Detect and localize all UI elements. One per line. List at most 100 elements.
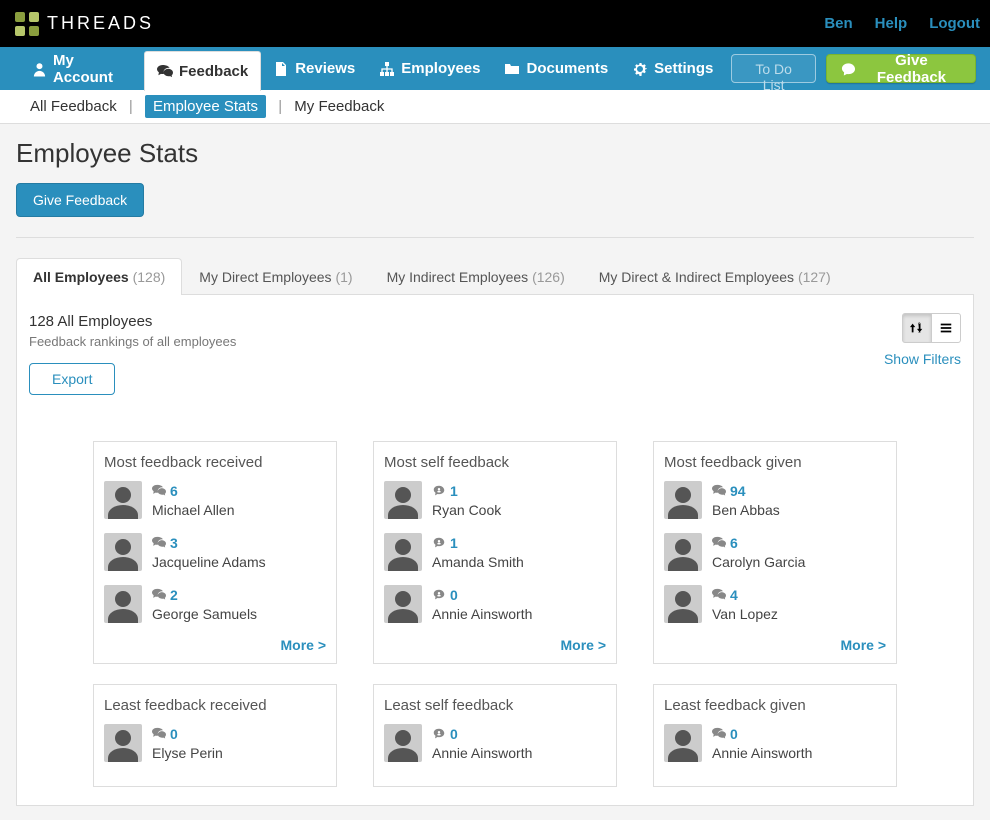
avatar <box>384 533 422 571</box>
list-item[interactable]: 1 Ryan Cook <box>384 481 606 519</box>
list-item[interactable]: 94 Ben Abbas <box>664 481 886 519</box>
feedback-count: 2 <box>170 587 178 603</box>
card-least-self: Least self feedback 0 Annie Ainsworth <box>373 684 617 787</box>
card-title: Most feedback given <box>664 454 886 471</box>
feedback-count: 0 <box>450 726 458 742</box>
comments-icon <box>152 727 166 741</box>
comment-icon <box>841 61 856 77</box>
card-most-given: Most feedback given 94 Ben Abbas 6 Carol… <box>653 441 897 664</box>
feedback-count: 0 <box>450 587 458 603</box>
list-item[interactable]: 1 Amanda Smith <box>384 533 606 571</box>
logout-link[interactable]: Logout <box>929 15 980 32</box>
user-icon <box>32 61 47 77</box>
card-title: Most self feedback <box>384 454 606 471</box>
list-item[interactable]: 6 Carolyn Garcia <box>664 533 886 571</box>
folder-icon <box>504 61 520 77</box>
nav-employees[interactable]: Employees <box>367 47 492 90</box>
person-name: Annie Ainsworth <box>712 745 812 761</box>
give-feedback-label: Give Feedback <box>862 52 961 86</box>
tab-label: My Indirect Employees <box>387 269 529 285</box>
list-item[interactable]: 2 George Samuels <box>104 585 326 623</box>
avatar <box>384 585 422 623</box>
nav-reviews[interactable]: Reviews <box>261 47 367 90</box>
gear-icon <box>632 61 648 77</box>
comments-icon <box>712 588 726 602</box>
avatar <box>664 585 702 623</box>
nav-label: Reviews <box>295 60 355 77</box>
feedback-count: 4 <box>730 587 738 603</box>
view-list-button[interactable] <box>931 313 961 343</box>
give-feedback-button[interactable]: Give Feedback <box>826 54 976 83</box>
tab-count: (126) <box>532 269 565 285</box>
subnav-all-feedback[interactable]: All Feedback <box>30 98 117 115</box>
tab-all-employees[interactable]: All Employees (128) <box>16 258 182 295</box>
export-button[interactable]: Export <box>29 363 115 395</box>
nav-feedback[interactable]: Feedback <box>144 51 261 91</box>
list-item[interactable]: 0 Annie Ainsworth <box>384 724 606 762</box>
comments-icon <box>712 536 726 550</box>
person-name: Elyse Perin <box>152 745 223 761</box>
card-most-self: Most self feedback 1 Ryan Cook 1 Amanda … <box>373 441 617 664</box>
nav-label: My Account <box>53 52 132 86</box>
list-item[interactable]: 3 Jacqueline Adams <box>104 533 326 571</box>
logo-icon <box>15 12 39 36</box>
self-feedback-icon <box>432 536 446 550</box>
person-name: George Samuels <box>152 606 257 622</box>
sort-icon <box>910 321 924 335</box>
nav-settings[interactable]: Settings <box>620 47 725 90</box>
avatar <box>384 724 422 762</box>
list-item[interactable]: 6 Michael Allen <box>104 481 326 519</box>
tab-indirect-employees[interactable]: My Indirect Employees (126) <box>370 258 582 295</box>
tab-direct-indirect-employees[interactable]: My Direct & Indirect Employees (127) <box>582 258 848 295</box>
show-filters-link[interactable]: Show Filters <box>884 351 961 367</box>
comments-icon <box>152 536 166 550</box>
nav-label: Employees <box>401 60 480 77</box>
feedback-count: 1 <box>450 535 458 551</box>
todo-button[interactable]: To Do List <box>731 54 815 83</box>
self-feedback-icon <box>432 727 446 741</box>
feedback-count: 0 <box>170 726 178 742</box>
nav-my-account[interactable]: My Account <box>20 47 144 90</box>
divider <box>16 237 974 238</box>
comments-icon <box>712 484 726 498</box>
person-name: Annie Ainsworth <box>432 745 532 761</box>
give-feedback-page-button[interactable]: Give Feedback <box>16 183 144 217</box>
feedback-count: 6 <box>170 483 178 499</box>
comments-icon <box>152 484 166 498</box>
more-link[interactable]: More > <box>840 637 886 653</box>
card-least-given: Least feedback given 0 Annie Ainsworth <box>653 684 897 787</box>
file-icon <box>273 61 289 77</box>
brand-text: THREADS <box>47 13 154 34</box>
list-icon <box>939 321 953 335</box>
avatar <box>384 481 422 519</box>
subnav-employee-stats[interactable]: Employee Stats <box>145 95 266 118</box>
tab-direct-employees[interactable]: My Direct Employees (1) <box>182 258 369 295</box>
self-feedback-icon <box>432 484 446 498</box>
sitemap-icon <box>379 61 395 77</box>
list-item[interactable]: 0 Annie Ainsworth <box>664 724 886 762</box>
view-card-button[interactable] <box>902 313 932 343</box>
tab-label: My Direct & Indirect Employees <box>599 269 794 285</box>
avatar <box>104 585 142 623</box>
list-item[interactable]: 4 Van Lopez <box>664 585 886 623</box>
stats-panel: 128 All Employees Feedback rankings of a… <box>16 295 974 806</box>
card-title: Least feedback given <box>664 697 886 714</box>
more-link[interactable]: More > <box>560 637 606 653</box>
nav-documents[interactable]: Documents <box>492 47 620 90</box>
subnav-my-feedback[interactable]: My Feedback <box>294 98 384 115</box>
list-item[interactable]: 0 Annie Ainsworth <box>384 585 606 623</box>
user-link[interactable]: Ben <box>824 15 852 32</box>
logo[interactable]: THREADS <box>15 12 154 36</box>
list-item[interactable]: 0 Elyse Perin <box>104 724 326 762</box>
more-link[interactable]: More > <box>280 637 326 653</box>
tab-label: All Employees <box>33 269 129 285</box>
person-name: Michael Allen <box>152 502 235 518</box>
comments-icon <box>712 727 726 741</box>
panel-title: 128 All Employees <box>29 313 236 330</box>
person-name: Jacqueline Adams <box>152 554 266 570</box>
help-link[interactable]: Help <box>875 15 908 32</box>
feedback-count: 0 <box>730 726 738 742</box>
person-name: Ryan Cook <box>432 502 501 518</box>
avatar <box>664 533 702 571</box>
avatar <box>104 481 142 519</box>
